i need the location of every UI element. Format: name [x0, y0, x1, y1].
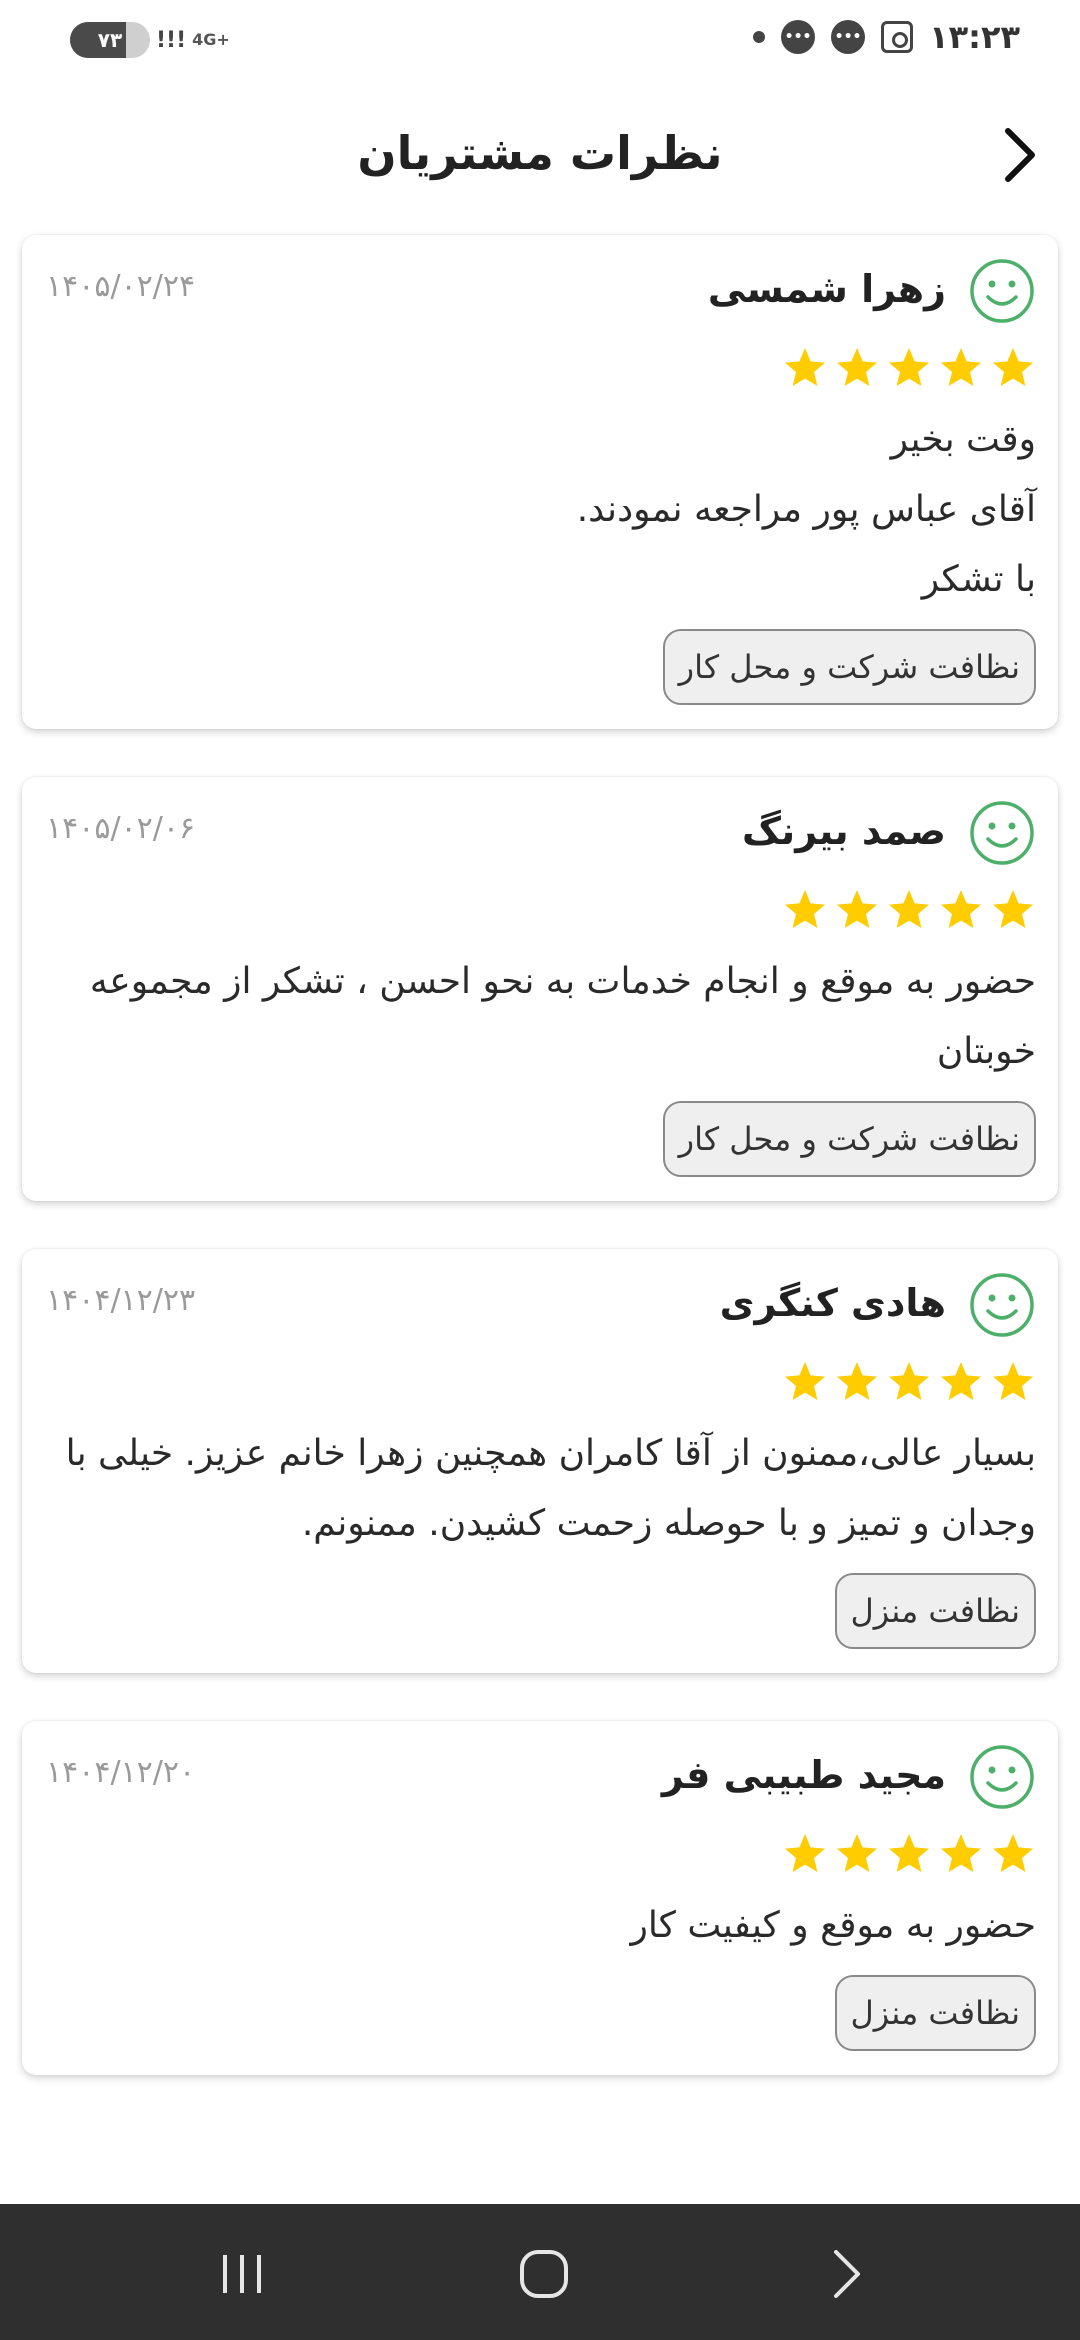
review-header: صمد بیرنگ ۱۴۰۵/۰۲/۰۶: [44, 797, 1036, 877]
recent-apps-button[interactable]: [202, 2234, 282, 2314]
dot-icon: [753, 31, 766, 43]
review-text: بسیار عالی،ممنون از آقا کامران همچنین زه…: [65, 1433, 1036, 1544]
star-icon: [785, 348, 825, 386]
review-text: حضور به موقع و انجام خدمات به نحو احسن ،…: [89, 961, 1036, 1072]
status-bar: ۷۳ !!! 4G+ ••• ••• ۱۳:۲۳: [0, 0, 1080, 80]
screenshot-scan-icon: [881, 21, 914, 53]
status-bar-right: ••• ••• ۱۳:۲۳: [753, 18, 1020, 56]
star-rating: [44, 1351, 1036, 1413]
review-text: حضور به موقع و کیفیت کار: [630, 1905, 1036, 1946]
star-icon: [941, 348, 981, 386]
smiley-face-icon: [970, 801, 1034, 865]
reviewer-name: هادی کنگری: [719, 1281, 946, 1325]
star-icon: [837, 890, 877, 928]
back-icon: [834, 2250, 860, 2298]
review-text: وقت بخیر آقای عباس پور مراجعه نمودند. با…: [576, 419, 1036, 600]
review-date: ۱۴۰۵/۰۲/۰۶: [46, 811, 196, 846]
star-icon: [941, 890, 981, 928]
star-icon: [941, 1362, 981, 1400]
star-icon: [837, 1834, 877, 1872]
review-header: زهرا شمسی ۱۴۰۵/۰۲/۲۴: [44, 255, 1036, 335]
review-date: ۱۴۰۴/۱۲/۲۳: [46, 1283, 196, 1318]
app-header: نظرات مشتریان: [0, 110, 1080, 200]
home-button[interactable]: [504, 2234, 584, 2314]
battery-icon: ۷۳: [70, 22, 150, 58]
status-time: ۱۳:۲۳: [929, 18, 1020, 56]
star-rating: [44, 1823, 1036, 1885]
home-icon: [520, 2250, 568, 2298]
chevron-right-icon: [1005, 128, 1035, 182]
star-icon: [993, 348, 1033, 386]
smiley-face-icon: [970, 259, 1034, 323]
star-icon: [889, 1362, 929, 1400]
reviewer-name: زهرا شمسی: [707, 267, 946, 311]
reviewer-name: صمد بیرنگ: [742, 809, 946, 853]
chat-bubble-icon: •••: [831, 20, 866, 54]
service-tag[interactable]: نظافت منزل: [834, 1573, 1036, 1649]
review-date: ۱۴۰۴/۱۲/۲۰: [46, 1755, 196, 1790]
star-icon: [837, 348, 877, 386]
star-icon: [889, 348, 929, 386]
review-card: مجید طبیبی فر ۱۴۰۴/۱۲/۲۰ حضور به موقع و کی…: [22, 1721, 1058, 2075]
star-rating: [44, 337, 1036, 399]
service-tag[interactable]: نظافت شرکت و محل کار: [662, 1101, 1036, 1177]
back-button[interactable]: [990, 120, 1050, 190]
star-icon: [993, 890, 1033, 928]
network-type: 4G+: [192, 30, 230, 49]
star-icon: [993, 1362, 1033, 1400]
screen: ۷۳ !!! 4G+ ••• ••• ۱۳:۲۳ نظرات مشتریان ز…: [0, 0, 1080, 2340]
smiley-face-icon: [970, 1273, 1034, 1337]
status-bar-left: ۷۳ !!! 4G+: [70, 22, 230, 58]
review-header: مجید طبیبی فر ۱۴۰۴/۱۲/۲۰: [44, 1741, 1036, 1821]
star-icon: [993, 1834, 1033, 1872]
reviewer-name: مجید طبیبی فر: [661, 1753, 946, 1797]
service-tag[interactable]: نظافت شرکت و محل کار: [662, 629, 1036, 705]
star-icon: [837, 1362, 877, 1400]
signal-icon: !!!: [156, 27, 187, 53]
star-icon: [785, 890, 825, 928]
back-nav-button[interactable]: [806, 2234, 886, 2314]
page-title: نظرات مشتریان: [357, 126, 723, 180]
star-icon: [941, 1834, 981, 1872]
recent-apps-icon: [223, 2255, 261, 2293]
review-card: صمد بیرنگ ۱۴۰۵/۰۲/۰۶ حضور به موقع و انجام …: [22, 777, 1058, 1201]
review-header: هادی کنگری ۱۴۰۴/۱۲/۲۳: [44, 1269, 1036, 1349]
chat-bubble-icon: •••: [781, 20, 816, 54]
review-list[interactable]: زهرا شمسی ۱۴۰۵/۰۲/۲۴ وقت بخیر آقای عباس پو…: [22, 235, 1058, 2123]
star-rating: [44, 879, 1036, 941]
battery-level: ۷۳: [97, 28, 123, 52]
star-icon: [889, 890, 929, 928]
review-date: ۱۴۰۵/۰۲/۲۴: [46, 269, 196, 304]
review-card: زهرا شمسی ۱۴۰۵/۰۲/۲۴ وقت بخیر آقای عباس پو…: [22, 235, 1058, 729]
star-icon: [785, 1834, 825, 1872]
system-nav-bar: [0, 2204, 1080, 2340]
star-icon: [889, 1834, 929, 1872]
smiley-face-icon: [970, 1745, 1034, 1809]
star-icon: [785, 1362, 825, 1400]
review-card: هادی کنگری ۱۴۰۴/۱۲/۲۳ بسیار عالی،ممنون از …: [22, 1249, 1058, 1673]
service-tag[interactable]: نظافت منزل: [834, 1975, 1036, 2051]
